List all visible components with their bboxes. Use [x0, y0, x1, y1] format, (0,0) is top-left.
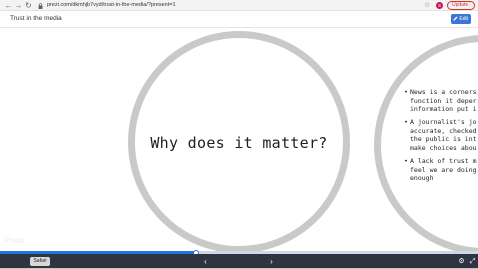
lock-icon	[38, 3, 43, 9]
url-text: prezi.com/dkmhjb7vyd/trust-in-the-media/…	[47, 2, 176, 8]
bullet-line: the public is int	[410, 135, 477, 144]
bullet-line: make choices abou	[410, 144, 477, 153]
presentation-header: Trust in the media Edit	[0, 11, 478, 28]
pencil-icon	[453, 16, 458, 20]
bullet-item: News is a corners function it deper info…	[404, 88, 478, 114]
fullscreen-icon[interactable]: ⤢	[467, 256, 478, 267]
slide-heading: Why does it matter?	[150, 134, 328, 152]
presentation-title: Trust in the media	[10, 15, 62, 22]
playback-controls: Safari ‹ › ⚙ ⤢	[0, 254, 478, 269]
bullet-list: News is a corners function it deper info…	[404, 88, 478, 187]
bullet-line: A lack of trust m	[410, 157, 477, 166]
bullet-line: enough	[410, 174, 434, 183]
bullet-item: A journalist's jo accurate, checked the …	[404, 118, 478, 152]
back-arrow-icon[interactable]: ←	[4, 1, 13, 10]
bullet-line: accurate, checked	[410, 126, 477, 135]
bullet-line: function it deper	[410, 96, 477, 105]
forward-arrow-icon[interactable]: →	[14, 1, 23, 10]
bullet-line: information put i	[410, 105, 477, 114]
reload-icon[interactable]: ↻	[24, 1, 33, 10]
edit-label: Edit	[459, 16, 469, 22]
bookmark-star-icon[interactable]: ☆	[424, 1, 430, 10]
browser-toolbar: ← → ↻ prezi.com/dkmhjb7vyd/trust-in-the-…	[0, 0, 478, 11]
address-bar[interactable]: prezi.com/dkmhjb7vyd/trust-in-the-media/…	[36, 1, 424, 10]
bullet-line: A journalist's jo	[410, 118, 477, 127]
prezi-watermark: Prezi	[5, 236, 25, 245]
bullet-item: A lack of trust m feel we are doing enou…	[404, 157, 478, 183]
next-step-icon[interactable]: ›	[266, 256, 277, 267]
more-menu-icon[interactable]: ⋮	[467, 2, 472, 9]
bullet-line: feel we are doing	[410, 165, 477, 174]
safari-tooltip: Safari	[30, 257, 50, 266]
presentation-canvas[interactable]: Why does it matter? News is a corners fu…	[0, 28, 478, 252]
edit-button[interactable]: Edit	[451, 14, 471, 24]
update-label: Update	[452, 2, 469, 8]
bullet-line: News is a corners	[410, 88, 477, 96]
update-button[interactable]: Update ⋮	[447, 1, 475, 10]
settings-icon[interactable]: ⚙	[456, 256, 467, 267]
profile-avatar[interactable]: S	[436, 2, 443, 9]
previous-step-icon[interactable]: ‹	[200, 256, 211, 267]
